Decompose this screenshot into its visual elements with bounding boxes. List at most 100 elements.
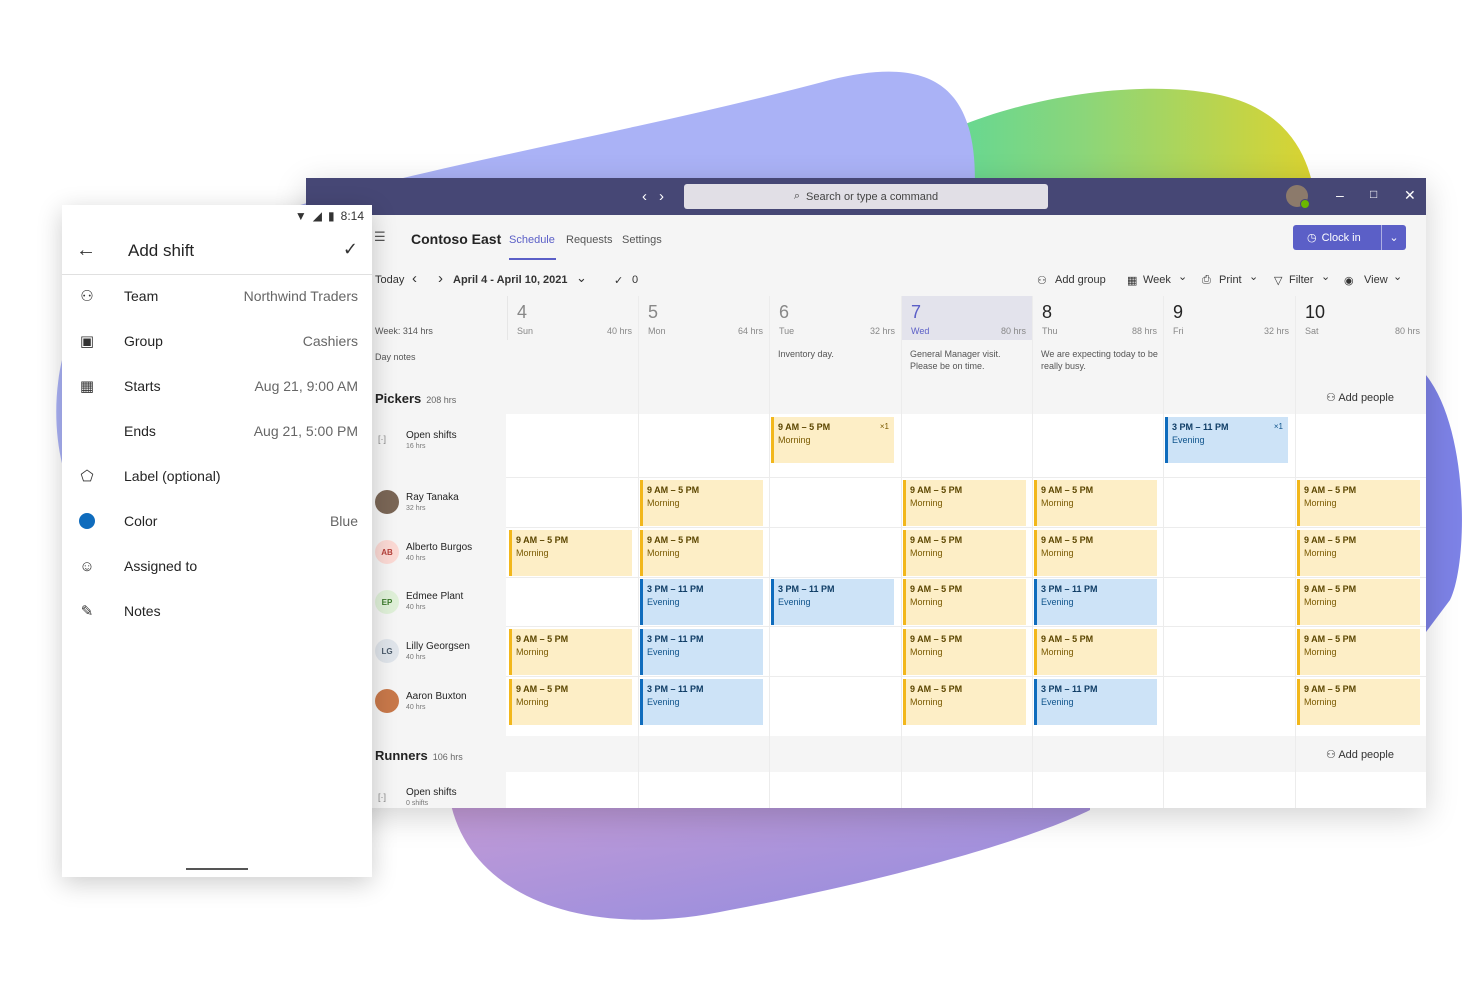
field-notes[interactable]: ✎ Notes xyxy=(62,590,372,634)
add-group-button[interactable]: Add group xyxy=(1055,274,1106,286)
day-header-sun[interactable]: 4 Sun 40 hrs xyxy=(507,296,638,340)
shift-card[interactable]: 3 PM – 11 PM Evening xyxy=(640,579,763,625)
shift-card[interactable]: 9 AM – 5 PM Morning xyxy=(640,480,763,526)
shift-card[interactable]: 9 AM – 5 PM Morning xyxy=(903,530,1026,576)
profile-avatar[interactable] xyxy=(1286,185,1310,209)
shift-card[interactable]: 9 AM – 5 PM Morning xyxy=(640,530,763,576)
title-bar: ‹ › ⌕ Search or type a command – □ ✕ xyxy=(306,178,1426,215)
battery-icon: ▮ xyxy=(328,209,335,223)
clock-in-button[interactable]: ◷ Clock in ⌄ xyxy=(1293,225,1406,250)
view-button[interactable]: View xyxy=(1364,274,1388,286)
shift-card[interactable]: 9 AM – 5 PM Morning xyxy=(903,579,1026,625)
row-aaron-buxton[interactable]: Aaron Buxton 40 hrs xyxy=(406,691,467,711)
close-icon[interactable]: ✕ xyxy=(1404,187,1416,204)
minimize-icon[interactable]: – xyxy=(1336,187,1344,203)
row-hours: 40 hrs xyxy=(406,654,426,661)
column-divider xyxy=(1295,772,1296,808)
shift-card[interactable]: 9 AM – 5 PM Morning ×1 xyxy=(771,417,894,463)
shift-card[interactable]: 9 AM – 5 PM Morning xyxy=(1034,530,1157,576)
next-week-icon[interactable]: › xyxy=(438,270,443,287)
shift-card[interactable]: 9 AM – 5 PM Morning xyxy=(509,629,632,675)
field-assigned-to[interactable]: ☺ Assigned to xyxy=(62,545,372,589)
back-arrow-icon[interactable]: ‹ xyxy=(642,188,647,205)
clock-in-dropdown[interactable]: ⌄ xyxy=(1381,225,1406,250)
prev-week-icon[interactable]: ‹ xyxy=(412,270,417,287)
chevron-down-icon[interactable]: ⌄ xyxy=(1178,270,1187,283)
shift-card[interactable]: 3 PM – 11 PM Evening xyxy=(640,679,763,725)
shift-card[interactable]: 9 AM – 5 PM Morning xyxy=(1297,480,1420,526)
day-header-tue[interactable]: 6 Tue 32 hrs xyxy=(769,296,901,340)
shift-card[interactable]: 9 AM – 5 PM Morning xyxy=(903,629,1026,675)
shift-time: 3 PM – 11 PM xyxy=(1172,422,1229,432)
day-header-wed[interactable]: 7 Wed 80 hrs xyxy=(901,296,1032,340)
field-color[interactable]: Color Blue xyxy=(62,500,372,544)
chevron-down-icon[interactable]: ⌄ xyxy=(576,270,587,286)
shift-card[interactable]: 3 PM – 11 PM Evening xyxy=(771,579,894,625)
row-open-shifts[interactable]: Open shifts 16 hrs xyxy=(406,430,457,450)
tab-settings[interactable]: Settings xyxy=(622,234,662,246)
shift-label: Evening xyxy=(647,597,680,607)
day-header-mon[interactable]: 5 Mon 64 hrs xyxy=(638,296,769,340)
filter-button[interactable]: Filter xyxy=(1289,274,1313,286)
print-button[interactable]: Print xyxy=(1219,274,1242,286)
column-divider xyxy=(901,772,902,808)
avatar: AB xyxy=(375,540,399,564)
clock-in-label: Clock in xyxy=(1321,231,1361,244)
shift-label: Morning xyxy=(910,697,943,707)
shift-card[interactable]: 3 PM – 11 PM Evening ×1 xyxy=(1165,417,1288,463)
field-group[interactable]: ▣ Group Cashiers xyxy=(62,320,372,364)
shift-time: 9 AM – 5 PM xyxy=(1304,584,1357,594)
shift-time: 9 AM – 5 PM xyxy=(910,485,963,495)
shift-card[interactable]: 9 AM – 5 PM Morning xyxy=(1034,480,1157,526)
shift-label: Morning xyxy=(516,647,549,657)
column-divider xyxy=(638,772,639,808)
search-input[interactable]: ⌕ Search or type a command xyxy=(684,184,1048,209)
shift-card[interactable]: 3 PM – 11 PM Evening xyxy=(640,629,763,675)
field-team[interactable]: ⚇ Team Northwind Traders xyxy=(62,275,372,319)
day-note-tue[interactable]: Inventory day. xyxy=(778,348,896,360)
shift-card[interactable]: 9 AM – 5 PM Morning xyxy=(509,679,632,725)
row-lilly-georgsen[interactable]: Lilly Georgsen 40 hrs xyxy=(406,641,470,661)
field-ends[interactable]: Ends Aug 21, 5:00 PM xyxy=(62,410,372,454)
runners-lane xyxy=(506,772,1426,808)
shift-card[interactable]: 9 AM – 5 PM Morning xyxy=(509,530,632,576)
chevron-down-icon[interactable]: ⌄ xyxy=(1321,270,1330,283)
today-button[interactable]: Today xyxy=(375,274,404,286)
shift-card[interactable]: 9 AM – 5 PM Morning xyxy=(1297,629,1420,675)
field-label-optional[interactable]: ⬠ Label (optional) xyxy=(62,455,372,499)
row-ray-tanaka[interactable]: Ray Tanaka 32 hrs xyxy=(406,492,459,512)
shift-card[interactable]: 9 AM – 5 PM Morning xyxy=(903,679,1026,725)
save-check-icon[interactable]: ✓ xyxy=(343,239,358,260)
row-edmee-plant[interactable]: Edmee Plant 40 hrs xyxy=(406,591,463,611)
row-open-shifts[interactable]: Open shifts 0 shifts xyxy=(406,787,457,807)
chevron-down-icon[interactable]: ⌄ xyxy=(1249,270,1258,283)
shift-card[interactable]: 9 AM – 5 PM Morning xyxy=(1297,530,1420,576)
shift-card[interactable]: 9 AM – 5 PM Morning xyxy=(1034,629,1157,675)
chevron-down-icon[interactable]: ⌄ xyxy=(1393,270,1402,283)
checkmark-icon: ✓ xyxy=(614,275,624,287)
back-arrow-icon[interactable]: ← xyxy=(76,239,96,262)
menu-icon[interactable]: ☰ xyxy=(374,229,386,245)
shift-card[interactable]: 9 AM – 5 PM Morning xyxy=(1297,679,1420,725)
tab-requests[interactable]: Requests xyxy=(566,234,612,246)
day-note-thu[interactable]: We are expecting today to be really busy… xyxy=(1041,348,1159,372)
day-header-sat[interactable]: 10 Sat 80 hrs xyxy=(1295,296,1426,340)
shift-card[interactable]: 9 AM – 5 PM Morning xyxy=(1297,579,1420,625)
week-view-button[interactable]: Week xyxy=(1143,274,1171,286)
day-note-wed[interactable]: General Manager visit. Please be on time… xyxy=(910,348,1028,372)
row-name: Edmee Plant xyxy=(406,591,464,602)
forward-arrow-icon[interactable]: › xyxy=(659,188,664,205)
add-people-button[interactable]: ⚇ Add people xyxy=(1326,748,1394,761)
day-header-thu[interactable]: 8 Thu 88 hrs xyxy=(1032,296,1163,340)
row-alberto-burgos[interactable]: Alberto Burgos 40 hrs xyxy=(406,542,472,562)
field-starts[interactable]: ▦ Starts Aug 21, 9:00 AM xyxy=(62,365,372,409)
shift-card[interactable]: 3 PM – 11 PM Evening xyxy=(1034,579,1157,625)
shift-card[interactable]: 9 AM – 5 PM Morning xyxy=(903,480,1026,526)
maximize-icon[interactable]: □ xyxy=(1370,187,1377,201)
tab-schedule[interactable]: Schedule xyxy=(509,234,555,246)
date-range-picker[interactable]: April 4 - April 10, 2021 xyxy=(453,274,568,286)
day-header-fri[interactable]: 9 Fri 32 hrs xyxy=(1163,296,1295,340)
shift-card[interactable]: 3 PM – 11 PM Evening xyxy=(1034,679,1157,725)
add-people-button[interactable]: ⚇ Add people xyxy=(1326,391,1394,404)
shift-time: 9 AM – 5 PM xyxy=(516,684,569,694)
